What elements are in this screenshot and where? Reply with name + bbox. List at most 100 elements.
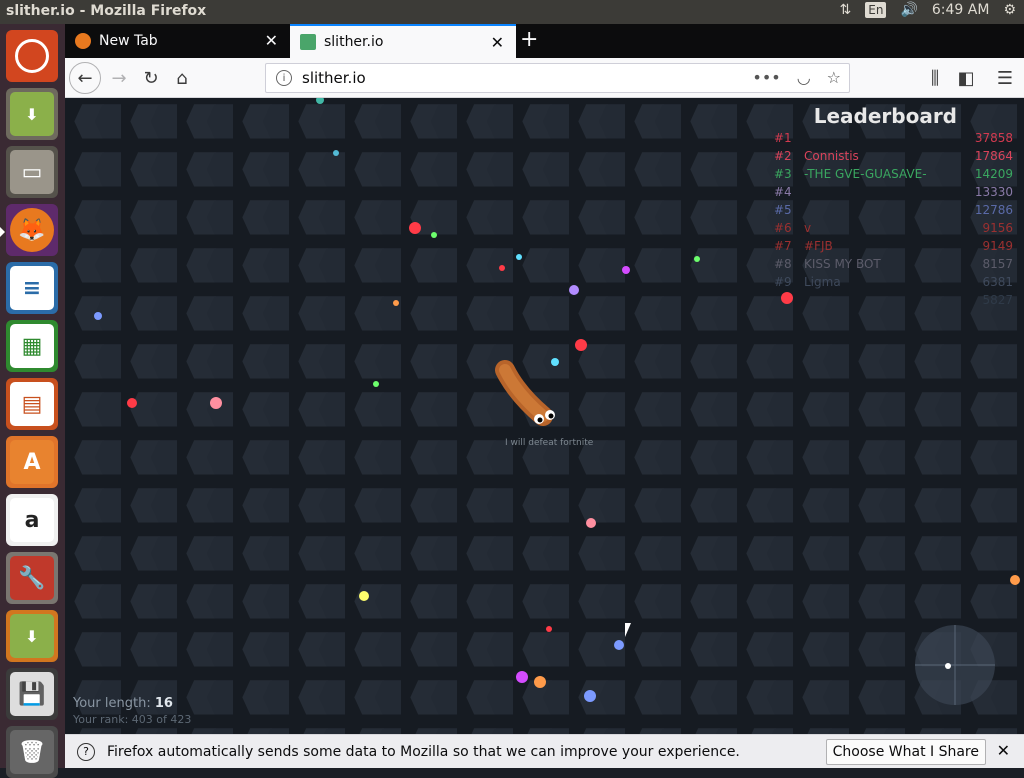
food-pellet <box>431 232 437 238</box>
system-installer-icon[interactable]: ⬇ <box>6 88 58 140</box>
player-stats: Your length: 16 Your rank: 403 of 423 <box>73 696 191 726</box>
sidebar-toggle-icon[interactable]: ◧ <box>952 64 980 92</box>
slither-game-canvas[interactable]: I will defeat fortnite Leaderboard #1 378… <box>65 98 1024 734</box>
ubuntu-logo-icon[interactable] <box>6 30 58 82</box>
firefox-favicon-icon <box>75 33 91 49</box>
food-pellet <box>534 676 546 688</box>
browser-nav-bar: ← → ↻ ⌂ i slither.io ••• ◡ ☆ ⫼ ◧ ☰ <box>65 58 1024 98</box>
network-arrows-icon[interactable]: ⇅ <box>840 2 852 18</box>
food-pellet <box>393 300 399 306</box>
tab-label: New Tab <box>99 33 158 49</box>
window-title: slither.io - Mozilla Firefox <box>6 3 207 19</box>
food-pellet <box>359 591 369 601</box>
leaderboard-row: #2 Connistis 17864 <box>774 149 1024 167</box>
tab-slither[interactable]: slither.io ✕ <box>290 24 516 58</box>
close-notification-icon[interactable]: ✕ <box>997 741 1010 760</box>
firefox-icon[interactable]: 🦊 <box>6 204 58 256</box>
leaderboard-score: 9156 <box>982 221 1013 235</box>
libreoffice-calc-icon[interactable]: ▦ <box>6 320 58 372</box>
leaderboard-row: 5827 <box>774 293 1024 311</box>
leaderboard-score: 9149 <box>982 239 1013 253</box>
leaderboard-row: #3 -THE GVE-GUASAVE- 14209 <box>774 167 1024 185</box>
choose-what-i-share-button[interactable]: Choose What I Share <box>825 739 986 765</box>
site-info-icon[interactable]: i <box>276 70 292 86</box>
power-gear-icon[interactable]: ⚙ <box>1003 2 1016 18</box>
leaderboard-name: -THE GVE-GUASAVE- <box>804 167 927 181</box>
leaderboard-row: #1 37858 <box>774 131 1024 149</box>
system-tray: ⇅ En 🔊 6:49 AM ⚙ <box>840 2 1016 18</box>
close-tab-icon[interactable]: ✕ <box>491 33 504 52</box>
trash-icon[interactable]: 🗑 <box>6 726 58 778</box>
url-text[interactable]: slither.io <box>302 69 366 87</box>
system-installer-2-icon[interactable]: ⬇ <box>6 610 58 662</box>
question-icon: ? <box>77 742 95 761</box>
minimap[interactable] <box>915 625 995 705</box>
leaderboard-row: #6 v 9156 <box>774 221 1024 239</box>
notification-message: Firefox automatically sends some data to… <box>107 743 740 760</box>
clock[interactable]: 6:49 AM <box>932 2 990 18</box>
mouse-cursor-icon <box>625 623 631 637</box>
forward-button[interactable]: → <box>105 64 133 92</box>
leaderboard-score: 17864 <box>974 149 1013 163</box>
amazon-icon[interactable]: a <box>6 494 58 546</box>
tab-label: slither.io <box>324 34 384 50</box>
home-button[interactable]: ⌂ <box>168 64 196 92</box>
leaderboard-name: Ligma <box>804 275 841 289</box>
leaderboard-score: 14209 <box>974 167 1013 181</box>
leaderboard-score: 6381 <box>982 275 1013 289</box>
reload-button[interactable]: ↻ <box>137 64 165 92</box>
back-button[interactable]: ← <box>69 62 101 94</box>
data-collection-notification: ? Firefox automatically sends some data … <box>65 734 1024 768</box>
food-pellet <box>575 339 587 351</box>
libreoffice-impress-icon[interactable]: ▤ <box>6 378 58 430</box>
leaderboard-row: #8 KISS MY BOT 8157 <box>774 257 1024 275</box>
close-tab-icon[interactable]: ✕ <box>265 31 278 50</box>
food-pellet <box>210 397 222 409</box>
snake-nickname: I will defeat fortnite <box>505 438 594 448</box>
page-actions-menu-icon[interactable]: ••• <box>752 68 780 87</box>
ubuntu-software-icon[interactable]: A <box>6 436 58 488</box>
food-pellet <box>373 381 379 387</box>
floppy-save-icon[interactable]: 💾 <box>6 668 58 720</box>
food-pellet <box>333 150 339 156</box>
leaderboard-rank: #2 <box>774 149 792 163</box>
food-pellet <box>1010 575 1020 585</box>
food-pellet <box>516 671 528 683</box>
leaderboard-score: 8157 <box>982 257 1013 271</box>
hamburger-menu-icon[interactable]: ☰ <box>991 64 1019 92</box>
food-pellet <box>94 312 102 320</box>
os-top-panel: slither.io - Mozilla Firefox ⇅ En 🔊 6:49… <box>0 0 1024 24</box>
food-pellet <box>569 285 579 295</box>
library-icon[interactable]: ⫼ <box>921 64 949 92</box>
bookmark-star-icon[interactable]: ☆ <box>827 68 841 87</box>
pocket-icon[interactable]: ◡ <box>797 68 811 87</box>
food-pellet <box>127 398 137 408</box>
leaderboard-rank: #8 <box>774 257 792 271</box>
leaderboard-rank: #1 <box>774 131 792 145</box>
leaderboard-rank: #9 <box>774 275 792 289</box>
file-manager-icon[interactable]: ▭ <box>6 146 58 198</box>
system-settings-icon[interactable]: 🔧 <box>6 552 58 604</box>
tab-new-tab[interactable]: New Tab ✕ <box>65 24 290 58</box>
food-pellet <box>551 358 559 366</box>
keyboard-layout-indicator[interactable]: En <box>865 2 887 18</box>
libreoffice-writer-icon[interactable]: ≡ <box>6 262 58 314</box>
leaderboard-score: 12786 <box>974 203 1013 217</box>
leaderboard-name: KISS MY BOT <box>804 257 881 271</box>
leaderboard-name: v <box>804 221 812 235</box>
rank-readout: Your rank: 403 of 423 <box>73 713 192 726</box>
new-tab-plus-icon[interactable]: + <box>520 27 538 52</box>
leaderboard-rank: #3 <box>774 167 792 181</box>
food-pellet <box>516 254 522 260</box>
volume-icon[interactable]: 🔊 <box>900 2 917 18</box>
food-pellet <box>694 256 700 262</box>
leaderboard-name: #FJB <box>804 239 833 253</box>
url-bar[interactable]: i slither.io ••• ◡ ☆ <box>265 63 850 93</box>
browser-tab-bar: New Tab ✕ slither.io ✕ + <box>65 24 1024 58</box>
food-pellet <box>409 222 421 234</box>
food-pellet <box>584 690 596 702</box>
active-app-indicator <box>0 227 5 237</box>
food-pellet <box>586 518 596 528</box>
slither-favicon-icon <box>300 34 316 50</box>
food-pellet <box>499 265 505 271</box>
